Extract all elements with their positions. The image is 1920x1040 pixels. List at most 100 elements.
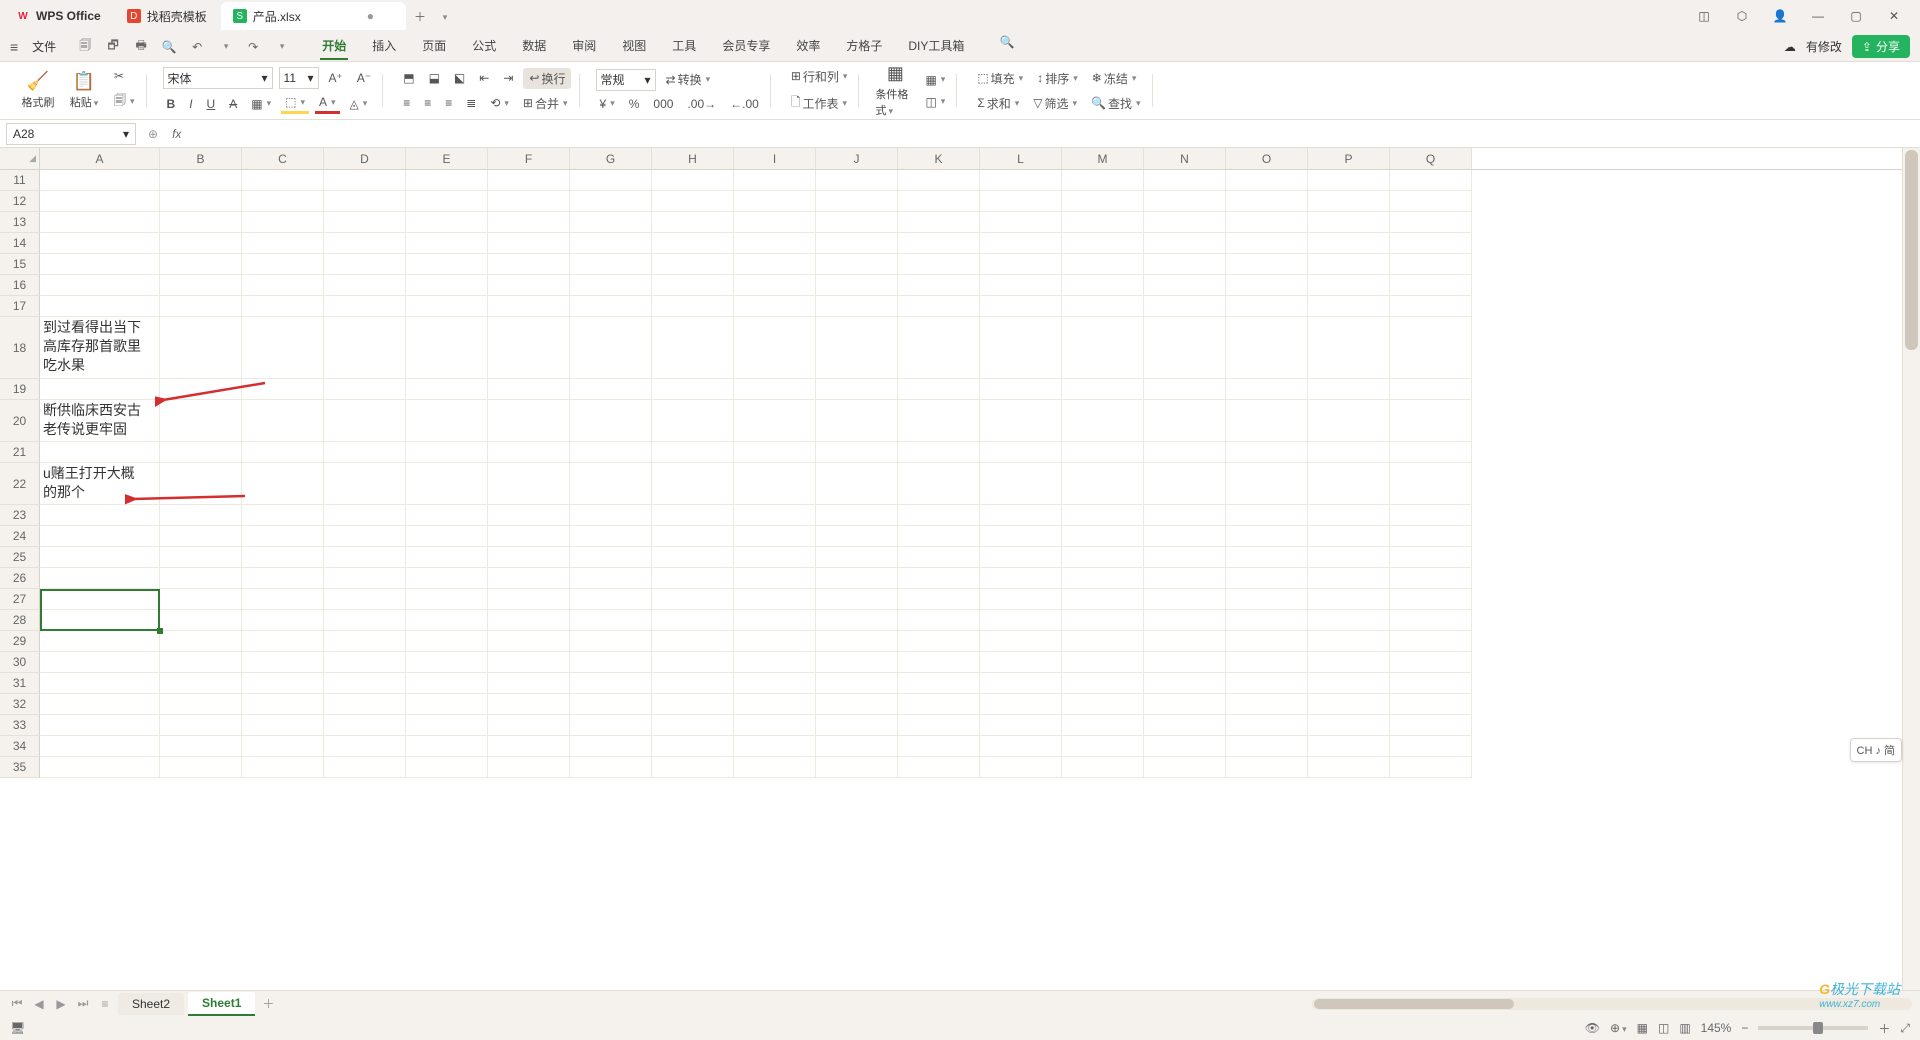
- orientation-button[interactable]: ⟲: [486, 94, 513, 112]
- undo-icon[interactable]: ↶: [188, 38, 206, 56]
- cell-B29[interactable]: [160, 631, 242, 652]
- cell-D16[interactable]: [324, 275, 406, 296]
- cell-P35[interactable]: [1308, 757, 1390, 778]
- layout-icon[interactable]: ◫: [1692, 4, 1716, 28]
- cell-L21[interactable]: [980, 442, 1062, 463]
- cell-J26[interactable]: [816, 568, 898, 589]
- cell-E17[interactable]: [406, 296, 488, 317]
- cell-D22[interactable]: [324, 463, 406, 505]
- align-right-button[interactable]: ≡: [441, 94, 456, 112]
- increase-font-button[interactable]: A⁺: [325, 69, 347, 87]
- cell-O26[interactable]: [1226, 568, 1308, 589]
- cell-A23[interactable]: [40, 505, 160, 526]
- cell-D12[interactable]: [324, 191, 406, 212]
- cell-F28[interactable]: [488, 610, 570, 631]
- cell-D26[interactable]: [324, 568, 406, 589]
- col-header-L[interactable]: L: [980, 148, 1062, 169]
- cell-B26[interactable]: [160, 568, 242, 589]
- cell-O17[interactable]: [1226, 296, 1308, 317]
- cell-F24[interactable]: [488, 526, 570, 547]
- cell-K11[interactable]: [898, 170, 980, 191]
- cell-L18[interactable]: [980, 317, 1062, 379]
- col-header-I[interactable]: I: [734, 148, 816, 169]
- row-header-35[interactable]: 35: [0, 757, 40, 778]
- cell-P27[interactable]: [1308, 589, 1390, 610]
- cell-H15[interactable]: [652, 254, 734, 275]
- cell-L12[interactable]: [980, 191, 1062, 212]
- cell-O25[interactable]: [1226, 547, 1308, 568]
- row-header-22[interactable]: 22: [0, 463, 40, 505]
- cell-J12[interactable]: [816, 191, 898, 212]
- row-header-14[interactable]: 14: [0, 233, 40, 254]
- merge-button[interactable]: ⊞ 合并: [519, 93, 572, 114]
- cell-Q22[interactable]: [1390, 463, 1472, 505]
- cell-I13[interactable]: [734, 212, 816, 233]
- cell-O18[interactable]: [1226, 317, 1308, 379]
- cell-I30[interactable]: [734, 652, 816, 673]
- cell-K22[interactable]: [898, 463, 980, 505]
- cell-Q35[interactable]: [1390, 757, 1472, 778]
- cell-A15[interactable]: [40, 254, 160, 275]
- cell-O28[interactable]: [1226, 610, 1308, 631]
- cell-M15[interactable]: [1062, 254, 1144, 275]
- cell-C21[interactable]: [242, 442, 324, 463]
- cell-L28[interactable]: [980, 610, 1062, 631]
- cell-N18[interactable]: [1144, 317, 1226, 379]
- cell-D18[interactable]: [324, 317, 406, 379]
- cell-E31[interactable]: [406, 673, 488, 694]
- cell-N17[interactable]: [1144, 296, 1226, 317]
- cell-L19[interactable]: [980, 379, 1062, 400]
- cell-C24[interactable]: [242, 526, 324, 547]
- cell-N12[interactable]: [1144, 191, 1226, 212]
- file-menu[interactable]: 文件: [26, 36, 62, 57]
- cell-A12[interactable]: [40, 191, 160, 212]
- cell-D34[interactable]: [324, 736, 406, 757]
- cell-E18[interactable]: [406, 317, 488, 379]
- cell-P16[interactable]: [1308, 275, 1390, 296]
- cell-C32[interactable]: [242, 694, 324, 715]
- save-icon[interactable]: 🗐: [76, 38, 94, 56]
- cell-F18[interactable]: [488, 317, 570, 379]
- justify-button[interactable]: ≣: [462, 94, 480, 112]
- cell-A24[interactable]: [40, 526, 160, 547]
- cell-A30[interactable]: [40, 652, 160, 673]
- cell-L34[interactable]: [980, 736, 1062, 757]
- cell-Q32[interactable]: [1390, 694, 1472, 715]
- cell-L35[interactable]: [980, 757, 1062, 778]
- cell-C25[interactable]: [242, 547, 324, 568]
- undo-menu-icon[interactable]: [216, 38, 234, 56]
- cell-Q30[interactable]: [1390, 652, 1472, 673]
- cell-B23[interactable]: [160, 505, 242, 526]
- col-header-O[interactable]: O: [1226, 148, 1308, 169]
- row-header-26[interactable]: 26: [0, 568, 40, 589]
- tab-data[interactable]: 数据: [520, 33, 548, 60]
- cell-H16[interactable]: [652, 275, 734, 296]
- copy-button[interactable]: 🗐: [110, 89, 139, 114]
- cell-G21[interactable]: [570, 442, 652, 463]
- cell-F34[interactable]: [488, 736, 570, 757]
- cell-G20[interactable]: [570, 400, 652, 442]
- tab-page[interactable]: 页面: [420, 33, 448, 60]
- close-window-button[interactable]: ✕: [1882, 4, 1906, 28]
- cell-F19[interactable]: [488, 379, 570, 400]
- cell-E24[interactable]: [406, 526, 488, 547]
- redo-menu-icon[interactable]: [272, 38, 290, 56]
- cell-G31[interactable]: [570, 673, 652, 694]
- cell-A35[interactable]: [40, 757, 160, 778]
- sheet-nav-last[interactable]: ⏭: [74, 996, 92, 1011]
- cell-G29[interactable]: [570, 631, 652, 652]
- cell-J30[interactable]: [816, 652, 898, 673]
- cell-H24[interactable]: [652, 526, 734, 547]
- cell-J21[interactable]: [816, 442, 898, 463]
- cell-Q18[interactable]: [1390, 317, 1472, 379]
- sort-button[interactable]: ↕ 排序: [1033, 68, 1082, 89]
- cell-F23[interactable]: [488, 505, 570, 526]
- cell-D21[interactable]: [324, 442, 406, 463]
- cell-A22[interactable]: u赌王打开大概 的那个: [40, 463, 160, 505]
- cell-P31[interactable]: [1308, 673, 1390, 694]
- tab-tools[interactable]: 工具: [670, 33, 698, 60]
- cell-J17[interactable]: [816, 296, 898, 317]
- doc-tab-product[interactable]: S 产品.xlsx ●: [221, 2, 406, 30]
- cell-A28[interactable]: [40, 610, 160, 631]
- cell-I16[interactable]: [734, 275, 816, 296]
